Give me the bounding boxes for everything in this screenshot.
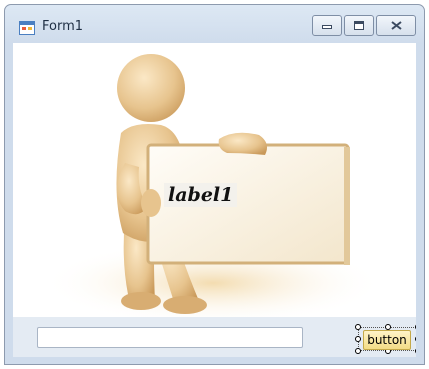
- minimize-icon: [322, 24, 332, 29]
- resize-handle-nw[interactable]: [355, 324, 361, 330]
- minimize-button[interactable]: [312, 15, 342, 36]
- maximize-button[interactable]: [344, 15, 374, 36]
- resize-handle-ne[interactable]: [415, 324, 416, 330]
- resize-handle-e[interactable]: [415, 336, 416, 342]
- resize-handle-se[interactable]: [415, 348, 416, 354]
- title-bar[interactable]: Form1: [5, 5, 424, 43]
- close-button[interactable]: [376, 15, 416, 36]
- resize-handle-sw[interactable]: [355, 348, 361, 354]
- maximize-icon: [354, 21, 364, 30]
- form1-window: Form1 label1 button: [4, 4, 425, 365]
- text-input[interactable]: [37, 327, 303, 348]
- form-app-icon: [19, 21, 35, 35]
- resize-handle-w[interactable]: [355, 336, 361, 342]
- label1: label1: [164, 183, 238, 207]
- button[interactable]: button: [363, 330, 411, 350]
- window-title: Form1: [42, 19, 84, 34]
- form-client-area: label1 button: [13, 43, 416, 357]
- caption-buttons: [312, 15, 416, 36]
- close-icon: [390, 21, 402, 30]
